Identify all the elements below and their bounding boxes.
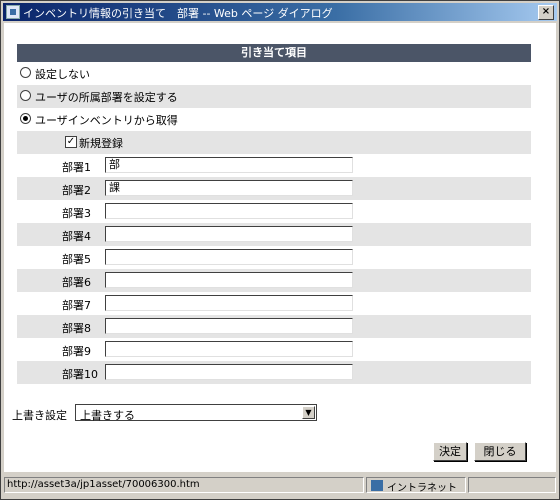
dept-row: 部署10 — [17, 361, 531, 384]
dept-label: 部署7 — [62, 299, 91, 312]
dept-row: 部署5 — [17, 246, 531, 269]
dialog-window: インベントリ情報の引き当て 部署 -- Web ページ ダイアログ × 引き当て… — [0, 0, 560, 500]
dept-label: 部署6 — [62, 276, 91, 289]
dept-label: 部署1 — [62, 161, 91, 174]
radio-no-setting[interactable] — [20, 67, 31, 78]
dept2-input[interactable]: 課 — [105, 180, 353, 196]
close-button[interactable]: 閉じる — [474, 442, 526, 461]
dept-label: 部署3 — [62, 207, 91, 220]
window-title: インベントリ情報の引き当て 部署 -- Web ページ ダイアログ — [23, 7, 333, 20]
dept-label: 部署10 — [62, 368, 98, 381]
status-empty-panel — [468, 477, 556, 493]
dept-row: 部署9 — [17, 338, 531, 361]
dept-row: 部署6 — [17, 269, 531, 292]
new-registration-checkbox[interactable]: ✓ — [65, 136, 77, 148]
zone-panel: イントラネット — [366, 477, 466, 494]
panel-header: 引き当て項目 — [17, 44, 531, 62]
radio-from-inventory[interactable] — [20, 113, 31, 124]
overwrite-value: 上書きする — [80, 409, 135, 422]
dept4-input[interactable] — [105, 226, 353, 242]
option-from-inventory[interactable]: ユーザインベントリから取得 — [17, 108, 531, 131]
dept-label: 部署4 — [62, 230, 91, 243]
zone-label: イントラネット — [387, 483, 457, 494]
dept-label: 部署9 — [62, 345, 91, 358]
dept6-input[interactable] — [105, 272, 353, 288]
new-registration-row[interactable]: ✓ 新規登録 — [17, 131, 531, 154]
status-url: http://asset3a/jp1asset/70006300.htm — [4, 477, 364, 493]
title-bar[interactable]: インベントリ情報の引き当て 部署 -- Web ページ ダイアログ × — [3, 3, 557, 21]
chevron-down-icon[interactable]: ▼ — [302, 406, 315, 419]
overwrite-label: 上書き設定 — [12, 409, 67, 422]
dept-label: 部署5 — [62, 253, 91, 266]
allocation-panel: 引き当て項目 設定しない ユーザの所属部署を設定する ユーザインベントリから取得… — [17, 44, 531, 384]
overwrite-select[interactable]: 上書きする ▼ — [75, 404, 317, 422]
dept7-input[interactable] — [105, 295, 353, 311]
ie-page-icon — [6, 5, 20, 19]
option-label: ユーザの所属部署を設定する — [35, 91, 178, 104]
radio-user-dept[interactable] — [20, 90, 31, 101]
ok-button[interactable]: 決定 — [433, 442, 467, 461]
dept5-input[interactable] — [105, 249, 353, 265]
dept-label: 部署8 — [62, 322, 91, 335]
dept10-input[interactable] — [105, 364, 353, 380]
dept-row: 部署2 課 — [17, 177, 531, 200]
option-no-setting[interactable]: 設定しない — [17, 62, 531, 85]
dept9-input[interactable] — [105, 341, 353, 357]
dept-label: 部署2 — [62, 184, 91, 197]
dept3-input[interactable] — [105, 203, 353, 219]
dept-row: 部署7 — [17, 292, 531, 315]
option-label: 設定しない — [35, 68, 90, 81]
intranet-zone-icon — [371, 480, 383, 491]
dept8-input[interactable] — [105, 318, 353, 334]
dept-row: 部署1 部 — [17, 154, 531, 177]
dept-row: 部署3 — [17, 200, 531, 223]
dept1-input[interactable]: 部 — [105, 157, 353, 173]
dept-row: 部署4 — [17, 223, 531, 246]
option-label: ユーザインベントリから取得 — [35, 114, 178, 127]
dialog-content: 引き当て項目 設定しない ユーザの所属部署を設定する ユーザインベントリから取得… — [4, 23, 556, 472]
dept-row: 部署8 — [17, 315, 531, 338]
close-icon[interactable]: × — [538, 5, 554, 20]
status-bar: http://asset3a/jp1asset/70006300.htm イント… — [4, 475, 556, 495]
new-registration-label: 新規登録 — [79, 137, 123, 150]
option-user-dept[interactable]: ユーザの所属部署を設定する — [17, 85, 531, 108]
